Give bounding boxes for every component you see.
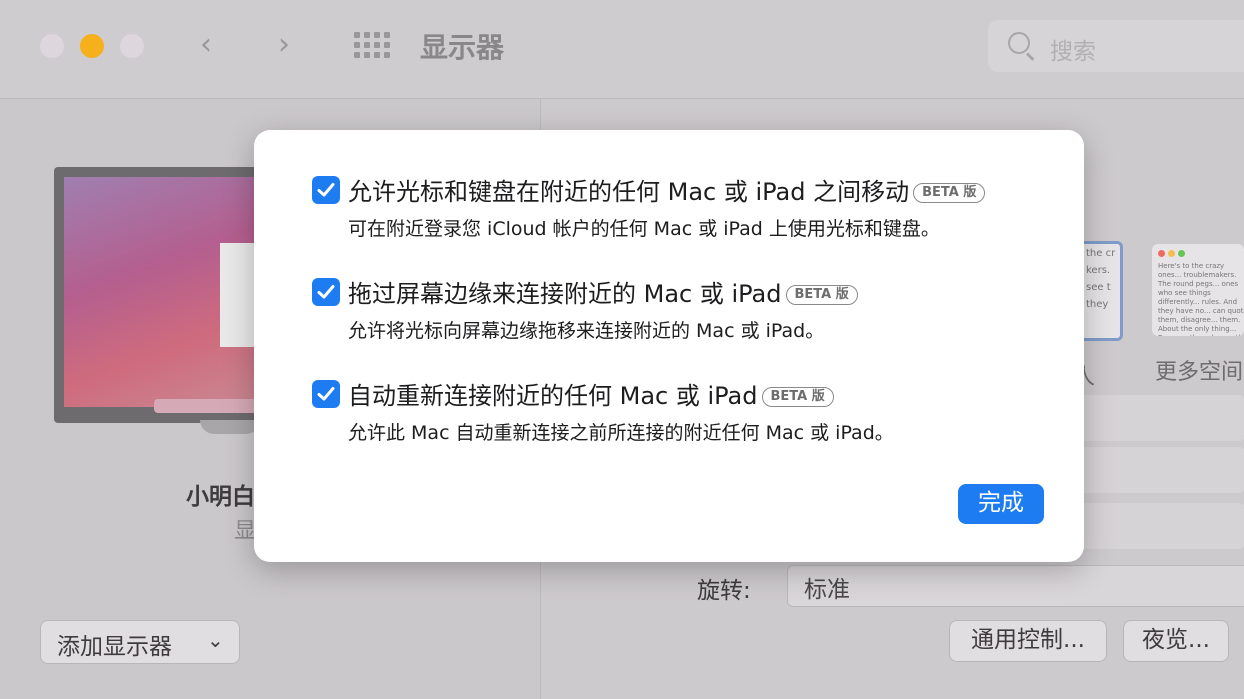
back-button[interactable]: ‹ bbox=[200, 26, 212, 64]
thumbnail-text-line: they bbox=[1086, 299, 1109, 310]
rotation-select[interactable]: 标准 bbox=[787, 565, 1244, 607]
more-space-label: 更多空间 bbox=[1155, 360, 1244, 385]
option-title: 自动重新连接附近的任何 Mac 或 iPad BETA 版 bbox=[348, 376, 834, 411]
rotation-value: 标准 bbox=[804, 577, 850, 603]
thumbnail-text-line: the cr bbox=[1086, 248, 1116, 259]
search-placeholder: 搜索 bbox=[1050, 39, 1096, 65]
option-description: 可在附近登录您 iCloud 帐户的任何 Mac 或 iPad 上使用光标和键盘… bbox=[348, 218, 940, 240]
system-preferences-window: ‹ › 显示器 搜索 小明白 显 添加显示器 ⌄ the cr kers. se… bbox=[0, 0, 1244, 699]
display-subtitle: 显 bbox=[234, 519, 257, 544]
titlebar: ‹ › 显示器 搜索 bbox=[0, 0, 1244, 99]
universal-control-dialog: 允许光标和键盘在附近的任何 Mac 或 iPad 之间移动 BETA 版 可在附近… bbox=[254, 130, 1084, 562]
universal-control-button[interactable]: 通用控制... bbox=[949, 620, 1107, 662]
night-shift-button[interactable]: 夜览... bbox=[1123, 620, 1229, 662]
beta-badge: BETA 版 bbox=[785, 285, 858, 305]
option-title: 拖过屏幕边缘来连接附近的 Mac 或 iPad BETA 版 bbox=[348, 274, 858, 309]
thumbnail-text-line: see t bbox=[1086, 282, 1111, 293]
window-title: 显示器 bbox=[420, 31, 505, 64]
display-preview[interactable] bbox=[54, 167, 274, 423]
option-title-text: 允许光标和键盘在附近的任何 Mac 或 iPad 之间移动 bbox=[348, 178, 910, 206]
checkbox-cursor-keyboard[interactable] bbox=[312, 176, 340, 204]
checkbox-auto-reconnect[interactable] bbox=[312, 380, 340, 408]
add-display-label: 添加显示器 bbox=[57, 634, 172, 660]
zoom-window-button[interactable] bbox=[120, 34, 144, 58]
option-title-text: 自动重新连接附近的任何 Mac 或 iPad bbox=[348, 382, 758, 410]
show-all-grid-icon[interactable] bbox=[354, 32, 390, 60]
display-wallpaper bbox=[64, 177, 274, 413]
option-title: 允许光标和键盘在附近的任何 Mac 或 iPad 之间移动 BETA 版 bbox=[348, 172, 986, 207]
forward-button[interactable]: › bbox=[278, 26, 290, 64]
rotation-label: 旋转: bbox=[697, 578, 751, 604]
resolution-option-more-space[interactable]: Here's to the crazy ones... troublemaker… bbox=[1152, 244, 1244, 336]
option-title-text: 拖过屏幕边缘来连接附近的 Mac 或 iPad bbox=[348, 280, 782, 308]
done-button[interactable]: 完成 bbox=[958, 484, 1044, 524]
beta-badge: BETA 版 bbox=[913, 183, 986, 203]
checkbox-push-through-edge[interactable] bbox=[312, 278, 340, 306]
monitor-stand bbox=[200, 420, 260, 434]
beta-badge: BETA 版 bbox=[761, 387, 834, 407]
minimize-window-button[interactable] bbox=[80, 34, 104, 58]
search-field[interactable]: 搜索 bbox=[988, 20, 1244, 72]
resolution-option-default[interactable]: the cr kers. see t they bbox=[1079, 241, 1123, 341]
search-icon bbox=[1008, 32, 1030, 54]
thumbnail-text: Here's to the crazy ones... troublemaker… bbox=[1158, 262, 1244, 336]
display-name: 小明白 bbox=[186, 484, 255, 510]
chevron-down-icon: ⌄ bbox=[207, 628, 224, 652]
window-controls-icon bbox=[1158, 250, 1188, 259]
add-display-button[interactable]: 添加显示器 ⌄ bbox=[40, 620, 240, 664]
option-description: 允许将光标向屏幕边缘拖移来连接附近的 Mac 或 iPad。 bbox=[348, 320, 825, 342]
option-description: 允许此 Mac 自动重新连接之前所连接的附近任何 Mac 或 iPad。 bbox=[348, 422, 894, 444]
thumbnail-text-line: kers. bbox=[1086, 265, 1111, 276]
close-window-button[interactable] bbox=[40, 34, 64, 58]
